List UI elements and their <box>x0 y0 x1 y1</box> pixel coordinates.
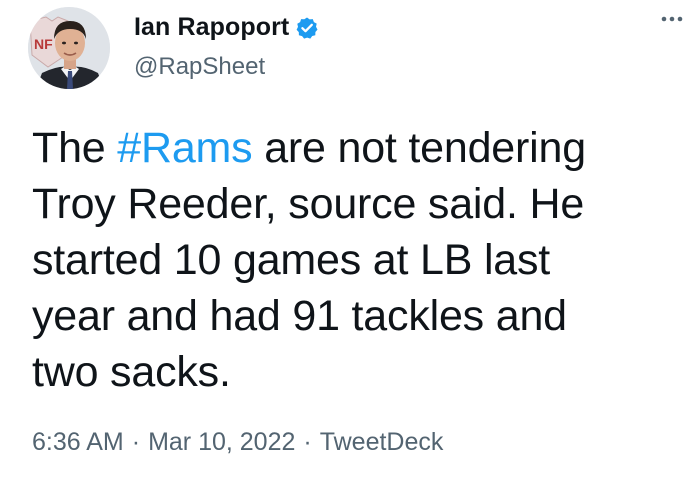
profile-photo-icon: NF <box>28 7 110 89</box>
tweet-date[interactable]: Mar 10, 2022 <box>148 428 295 457</box>
meta-separator: · <box>131 428 141 456</box>
tweet-line-4: year and had 91 tackles and <box>32 292 567 340</box>
avatar[interactable]: NF <box>28 7 110 89</box>
tweet-source[interactable]: TweetDeck <box>320 428 444 457</box>
tweet-line-5: two sacks. <box>32 348 231 396</box>
hashtag-link[interactable]: #Rams <box>117 124 252 172</box>
more-options-button[interactable] <box>655 2 689 36</box>
tweet-text-segment: The <box>32 124 118 172</box>
svg-text:NF: NF <box>34 36 53 52</box>
author-display-name[interactable]: Ian Rapoport <box>134 13 289 42</box>
author-name-row[interactable]: Ian Rapoport <box>134 13 319 42</box>
verified-badge-icon <box>295 16 319 40</box>
author-handle[interactable]: @RapSheet <box>134 53 265 81</box>
tweet-time[interactable]: 6:36 AM <box>32 428 124 457</box>
tweet-line-1: The #Rams are not tendering <box>32 120 682 176</box>
more-dots-icon <box>661 16 683 22</box>
meta-separator: · <box>303 428 312 456</box>
tweet-line-3: started 10 games at LB last <box>32 236 551 284</box>
tweet-text-segment: are not tendering <box>252 124 586 172</box>
tweet-metadata: 6:36 AM · Mar 10, 2022 · TweetDeck <box>32 428 443 457</box>
tweet-text: The #Rams are not tendering Troy Reeder,… <box>32 120 682 400</box>
tweet-line-2: Troy Reeder, source said. He <box>32 180 585 228</box>
